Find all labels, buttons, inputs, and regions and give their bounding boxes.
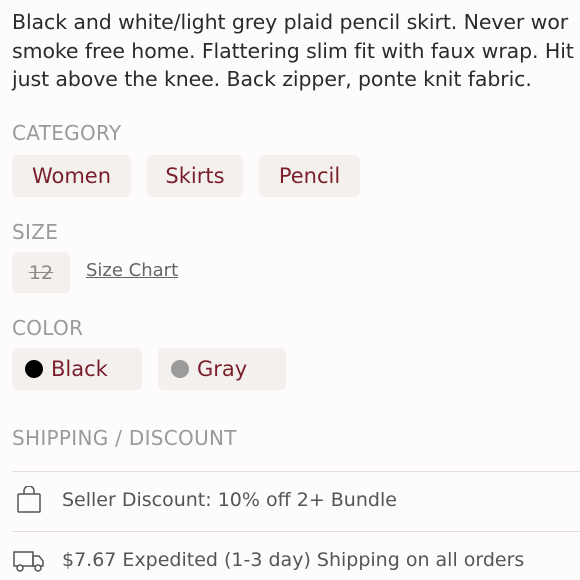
- description-line: smoke free home. Flattering slim fit wit…: [12, 38, 574, 63]
- size-chart-link[interactable]: Size Chart: [86, 260, 178, 281]
- delivery-truck-icon: [12, 545, 46, 575]
- product-description: Black and white/light grey plaid pencil …: [12, 8, 580, 94]
- color-name: Black: [51, 357, 108, 381]
- description-line: Black and white/light grey plaid pencil …: [12, 10, 569, 34]
- shipping-discount-heading: SHIPPING / DISCOUNT: [12, 426, 237, 450]
- description-line: just above the knee. Back zipper, ponte …: [12, 67, 532, 91]
- category-chip-women[interactable]: Women: [12, 155, 131, 197]
- color-name: Gray: [197, 357, 248, 381]
- divider: [12, 471, 580, 472]
- shipping-info-row: $7.67 Expedited (1-3 day) Shipping on al…: [12, 540, 524, 580]
- black-swatch-icon: [25, 360, 43, 378]
- category-chip-skirts[interactable]: Skirts: [147, 155, 243, 197]
- seller-discount-row: Seller Discount: 10% off 2+ Bundle: [12, 480, 397, 520]
- seller-discount-text: Seller Discount: 10% off 2+ Bundle: [62, 489, 397, 511]
- shipping-text: $7.67 Expedited (1-3 day) Shipping on al…: [62, 549, 525, 571]
- shopping-bag-icon: [12, 485, 46, 515]
- category-chip-pencil[interactable]: Pencil: [259, 155, 360, 197]
- color-heading: COLOR: [12, 316, 84, 340]
- divider: [12, 531, 580, 532]
- size-chip[interactable]: 12: [12, 252, 70, 293]
- color-chip-black[interactable]: Black: [12, 348, 142, 390]
- size-heading: SIZE: [12, 220, 59, 244]
- gray-swatch-icon: [171, 360, 189, 378]
- category-heading: CATEGORY: [12, 121, 122, 145]
- color-chip-gray[interactable]: Gray: [158, 348, 286, 390]
